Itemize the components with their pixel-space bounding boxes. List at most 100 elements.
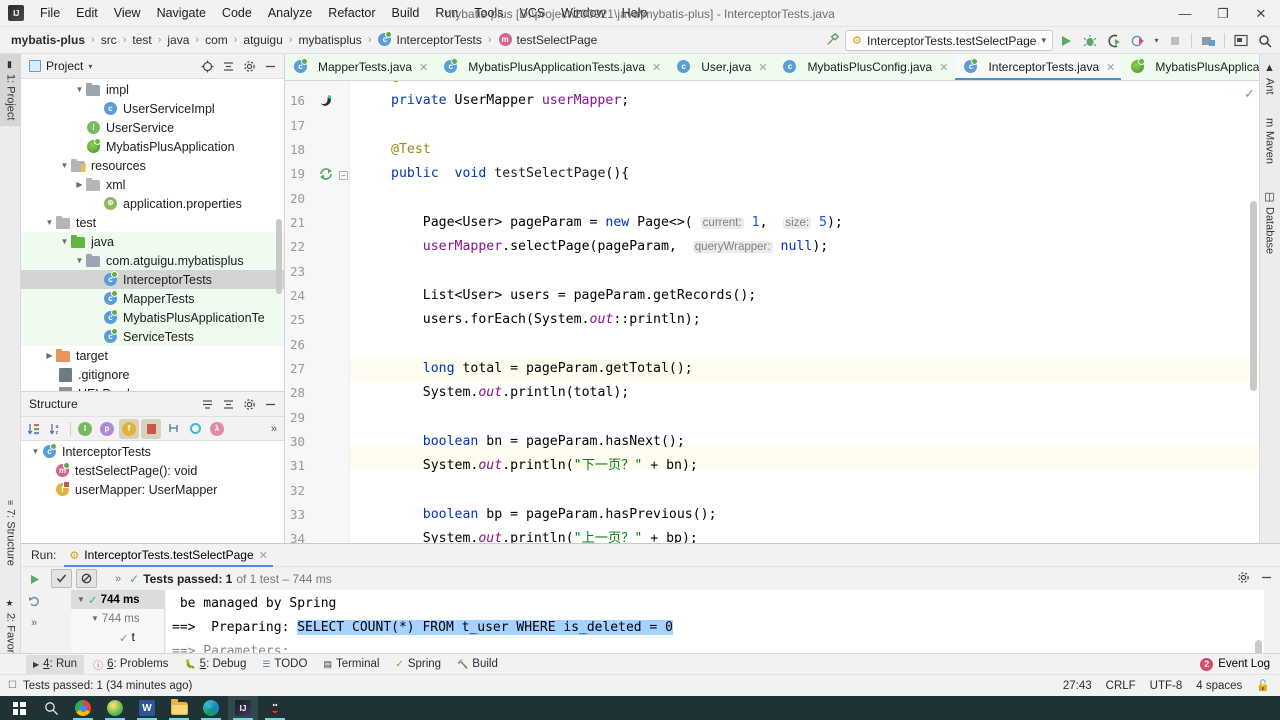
console-sql-selected[interactable]: SELECT COUNT(*) FROM t_user WHERE is_del… — [297, 620, 673, 635]
console-output[interactable]: be managed by Spring ==> Preparing: SELE… — [166, 590, 1264, 653]
menu-item-window[interactable]: Window — [553, 3, 613, 23]
tree-item-help-md[interactable]: HELP.md — [21, 384, 284, 391]
sort-by-type-icon[interactable] — [24, 419, 44, 439]
menu-item-run[interactable]: Run — [427, 3, 466, 23]
menu-item-vcs[interactable]: VCS — [511, 3, 553, 23]
show-non-public-icon[interactable] — [141, 418, 161, 439]
unlocked-icon[interactable]: 🔓 — [1256, 679, 1270, 692]
tree-item-impl[interactable]: ▼ impl — [21, 80, 284, 99]
editor-tab-mybatisplusapplication[interactable]: MybatisPlusApplication ⌄ — [1122, 54, 1259, 80]
tool-tab-structure[interactable]: ≡ 7: Structure — [0, 494, 21, 572]
editor-scrollbar[interactable] — [1250, 201, 1257, 391]
tool-tab-ant[interactable]: ▲ Ant — [1259, 56, 1280, 101]
rerun-failed-icon[interactable] — [24, 592, 44, 610]
indent-setting[interactable]: 4 spaces — [1196, 680, 1242, 692]
stop-icon[interactable] — [1164, 30, 1186, 52]
layout-icon[interactable] — [1230, 30, 1252, 52]
structure-item-testselectpage[interactable]: m testSelectPage(): void — [21, 461, 284, 480]
chevron-down-icon[interactable]: ▾ — [1041, 35, 1046, 46]
rerun-icon[interactable] — [24, 570, 44, 588]
menu-item-code[interactable]: Code — [214, 3, 260, 23]
menu-item-tools[interactable]: Tools — [466, 3, 511, 23]
run-configuration-selector[interactable]: ⚙ InterceptorTests.testSelectPage ▾ — [845, 30, 1053, 51]
structure-tree[interactable]: ▼ c InterceptorTests m testSelectPage():… — [21, 441, 284, 543]
caret-position[interactable]: 27:43 — [1063, 680, 1092, 692]
tool-button-problems[interactable]: ⓘ 6: Problems — [86, 655, 175, 674]
structure-item-usermapper[interactable]: f userMapper: UserMapper — [21, 480, 284, 499]
hide-icon[interactable] — [1256, 567, 1276, 587]
breadcrumb-atguigu[interactable]: atguigu — [240, 31, 285, 49]
project-tree-scrollbar[interactable] — [276, 219, 282, 294]
run-test-gutter-icon[interactable] — [318, 166, 334, 182]
tool-tab-project[interactable]: ▮ 1: Project — [0, 54, 21, 127]
line-separator[interactable]: CRLF — [1106, 680, 1136, 692]
profiler-dropdown-icon[interactable]: ▾ — [1151, 30, 1162, 52]
settings-gear-icon[interactable] — [239, 56, 259, 76]
spring-bean-icon[interactable] — [318, 93, 334, 109]
show-fields-icon[interactable]: f — [119, 418, 139, 439]
test-tree-class[interactable]: ▼ 744 ms — [71, 609, 164, 628]
settings-gear-icon[interactable] — [239, 394, 259, 414]
tool-button-terminal[interactable]: ▤ Terminal — [316, 655, 386, 674]
close-button[interactable]: ✕ — [1242, 0, 1280, 27]
inspection-status-icon[interactable]: ✓ — [1244, 86, 1255, 102]
breadcrumb-src[interactable]: src — [98, 31, 120, 49]
debug-icon[interactable] — [1079, 30, 1101, 52]
structure-item-interceptortests[interactable]: ▼ c InterceptorTests — [21, 442, 284, 461]
tool-tab-database[interactable]: ◫ Database — [1259, 184, 1280, 260]
tree-item-target[interactable]: ▶ target — [21, 346, 284, 365]
editor-gutter[interactable]: 15 16 17 18 19 20 21 22 23 24 25 26 27 2… — [285, 81, 350, 543]
browser-taskbar-item[interactable] — [100, 696, 130, 720]
chevron-right-icon[interactable]: ▶ — [43, 351, 56, 360]
menu-item-help[interactable]: Help — [614, 3, 656, 23]
close-icon[interactable]: ✕ — [1106, 61, 1115, 74]
close-icon[interactable]: ✕ — [419, 61, 428, 74]
profiler-icon[interactable] — [1127, 30, 1149, 52]
tree-item-mybatisplusapplicationtests[interactable]: c MybatisPlusApplicationTe — [21, 308, 284, 327]
hide-icon[interactable] — [260, 394, 280, 414]
chevron-right-icon[interactable]: ▶ — [73, 180, 86, 189]
menu-item-analyze[interactable]: Analyze — [260, 3, 320, 23]
tree-item-application-properties[interactable]: ⚙ application.properties — [21, 194, 284, 213]
word-taskbar-item[interactable]: W — [132, 696, 162, 720]
menu-item-refactor[interactable]: Refactor — [320, 3, 383, 23]
maximize-button[interactable]: ❐ — [1204, 0, 1242, 27]
breadcrumb-com[interactable]: com — [202, 31, 231, 49]
run-coverage-icon[interactable] — [1103, 30, 1125, 52]
tree-item-servicetests[interactable]: c ServiceTests — [21, 327, 284, 346]
chevron-down-icon[interactable]: ▼ — [43, 218, 56, 227]
window-controls[interactable]: — ❐ ✕ — [1166, 0, 1280, 27]
project-structure-icon[interactable] — [1197, 30, 1219, 52]
breadcrumb-mybatis-plus[interactable]: mybatis-plus — [8, 31, 88, 49]
console-scrollbar[interactable] — [1255, 640, 1262, 653]
chevron-down-icon[interactable]: ▼ — [73, 85, 86, 94]
show-lambdas-icon[interactable]: λ — [207, 419, 227, 439]
chrome-taskbar-item[interactable] — [68, 696, 98, 720]
explorer-taskbar-item[interactable] — [164, 696, 194, 720]
test-toolbar-overflow[interactable]: » — [115, 573, 121, 585]
tree-item-java[interactable]: ▼ java — [21, 232, 284, 251]
editor-tab-mappertests[interactable]: c MapperTests.java ✕ — [285, 54, 435, 80]
chevron-down-icon[interactable]: ▼ — [58, 237, 71, 246]
start-button[interactable] — [4, 696, 34, 720]
search-button[interactable] — [36, 696, 66, 720]
code-editor[interactable]: 15 16 17 18 19 20 21 22 23 24 25 26 27 2… — [285, 81, 1259, 543]
tree-item-resources[interactable]: ▼ resources — [21, 156, 284, 175]
code-fold-marker[interactable]: − — [339, 171, 348, 180]
chevron-down-icon[interactable]: ▼ — [91, 614, 99, 623]
tree-item-userserviceimpl[interactable]: c UserServiceImpl — [21, 99, 284, 118]
tool-button-todo[interactable]: ☰ TODO — [255, 655, 314, 674]
project-tree[interactable]: ▼ impl c UserServiceImpl I UserService M… — [21, 79, 284, 391]
menu-item-build[interactable]: Build — [384, 3, 428, 23]
close-icon[interactable]: ✕ — [652, 61, 661, 74]
breadcrumb-test[interactable]: test — [129, 31, 154, 49]
show-anonymous-icon[interactable] — [185, 419, 205, 439]
editor-tab-interceptortests[interactable]: c InterceptorTests.java ✕ — [955, 54, 1123, 80]
tool-button-debug[interactable]: 🐛 5: Debug — [177, 655, 253, 674]
project-panel-title[interactable]: Project ▾ — [25, 59, 92, 73]
chevron-down-icon[interactable]: ▼ — [73, 256, 86, 265]
test-tree-root[interactable]: ▼ ✓ 744 ms — [71, 590, 164, 609]
minimize-button[interactable]: — — [1166, 0, 1204, 27]
tree-item-mybatisplusapplication[interactable]: MybatisPlusApplication — [21, 137, 284, 156]
tree-item-test[interactable]: ▼ test — [21, 213, 284, 232]
